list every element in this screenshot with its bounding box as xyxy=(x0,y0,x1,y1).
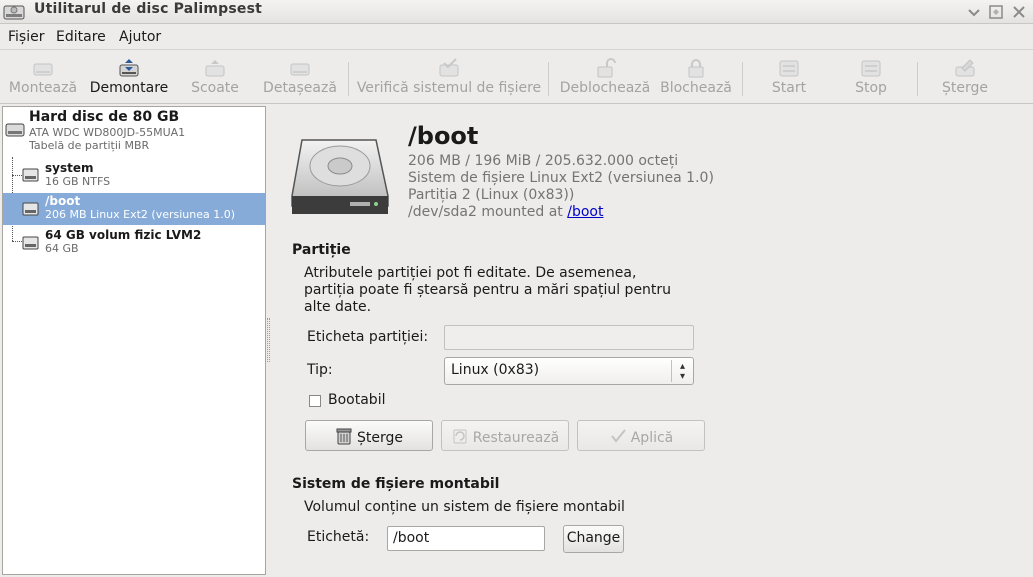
harddisk-icon xyxy=(5,123,25,137)
erase-icon xyxy=(955,59,975,77)
tree-item-boot[interactable]: /boot 206 MB Linux Ext2 (versiunea 1.0) xyxy=(3,193,265,225)
check-filesystem-icon xyxy=(439,58,459,77)
menu-file[interactable]: Fișier xyxy=(8,29,44,45)
volume-name: system xyxy=(45,161,94,175)
title-bar: Utilitarul de disc Palimpsest xyxy=(0,0,1033,24)
filesystem-description: Volumul conține un sistem de fișiere mon… xyxy=(304,499,625,515)
maximize-icon[interactable] xyxy=(988,4,1004,20)
window-title: Utilitarul de disc Palimpsest xyxy=(34,1,263,17)
bootable-caption: Bootabil xyxy=(328,392,386,408)
menu-help[interactable]: Ajutor xyxy=(119,29,161,45)
volume-name: /boot xyxy=(45,194,81,208)
apply-label: Aplică xyxy=(630,430,674,446)
volume-desc: 206 MB Linux Ext2 (versiunea 1.0) xyxy=(45,208,236,221)
volume-desc: 16 GB NTFS xyxy=(45,175,111,188)
partition-description: Atributele partiției pot fi editate. De … xyxy=(304,265,672,315)
checkmark-icon xyxy=(610,429,626,443)
partition-icon xyxy=(22,202,39,216)
delete-partition-button[interactable]: Șterge xyxy=(305,420,433,451)
mount-point-link[interactable]: /boot xyxy=(567,204,603,220)
lock-button[interactable]: Blochează xyxy=(658,50,734,104)
stop-icon xyxy=(861,60,881,77)
harddisk-app-icon xyxy=(3,5,25,20)
eject-icon xyxy=(205,60,225,77)
mount-icon xyxy=(33,63,53,76)
partition-label-input[interactable] xyxy=(444,325,694,350)
updown-arrows-icon: ▴ ▾ xyxy=(671,360,693,382)
revert-icon xyxy=(453,429,467,444)
toolbar-separator xyxy=(742,62,743,96)
volume-details: /boot 206 MB / 196 MiB / 205.632.000 oct… xyxy=(268,106,1033,575)
mount-prefix: /dev/sda2 mounted at xyxy=(408,204,563,220)
filesystem-heading: Sistem de fișiere montabil xyxy=(292,476,500,492)
menu-bar: Fișier Editare Ajutor xyxy=(0,24,1033,50)
filesystem-label-caption: Etichetă: xyxy=(307,529,370,545)
partition-icon xyxy=(22,236,39,250)
tree-item-lvm[interactable]: 64 GB volum fizic LVM2 64 GB xyxy=(3,227,265,261)
revert-button[interactable]: Restaurează xyxy=(441,420,569,451)
lock-icon xyxy=(688,59,704,78)
toolbar-separator xyxy=(548,62,549,96)
mount-button[interactable]: Montează xyxy=(5,50,81,104)
unlock-icon xyxy=(597,58,616,78)
revert-label: Restaurează xyxy=(472,430,560,446)
harddisk-large-icon xyxy=(291,139,389,214)
tree-disk[interactable]: Hard disc de 80 GB ATA WDC WD800JD-55MUA… xyxy=(29,109,259,152)
device-tree: Hard disc de 80 GB ATA WDC WD800JD-55MUA… xyxy=(2,106,266,575)
partition-type-value: Linux (0x83) xyxy=(451,362,540,378)
start-icon xyxy=(779,60,799,77)
trash-icon xyxy=(336,428,352,445)
volume-filesystem: Sistem de fișiere Linux Ext2 (versiunea … xyxy=(408,170,714,186)
erase-button[interactable]: Șterge xyxy=(930,50,1000,104)
disk-partition-table: Tabelă de partiții MBR xyxy=(29,139,150,152)
unmount-button[interactable]: Demontare xyxy=(88,50,170,104)
toolbar: Montează Demontare Scoate Detașează Veri… xyxy=(0,50,1033,104)
volume-name: 64 GB volum fizic LVM2 xyxy=(45,228,202,242)
volume-partition: Partiția 2 (Linux (0x83)) xyxy=(408,187,575,203)
volume-desc: 64 GB xyxy=(45,242,79,255)
minimize-icon[interactable] xyxy=(966,4,982,20)
partition-type-select[interactable]: Linux (0x83) ▴ ▾ xyxy=(444,357,694,385)
unlock-button[interactable]: Deblochează xyxy=(556,50,654,104)
menu-edit[interactable]: Editare xyxy=(56,29,106,45)
close-icon[interactable] xyxy=(1011,4,1027,20)
partition-icon xyxy=(22,168,39,182)
change-label-button[interactable]: Change xyxy=(563,525,624,553)
start-button[interactable]: Start xyxy=(756,50,822,104)
toolbar-separator xyxy=(917,62,918,96)
unmount-icon xyxy=(119,59,139,77)
partition-label-caption: Eticheta partiției: xyxy=(307,329,429,345)
apply-button[interactable]: Aplică xyxy=(577,420,705,451)
eject-button[interactable]: Scoate xyxy=(180,50,250,104)
volume-mount-info: /dev/sda2 mounted at /boot xyxy=(408,204,603,220)
detach-icon xyxy=(290,63,310,76)
filesystem-label-input[interactable]: /boot xyxy=(387,526,545,551)
partition-type-caption: Tip: xyxy=(307,362,333,378)
disk-name: Hard disc de 80 GB xyxy=(29,109,180,125)
check-filesystem-button[interactable]: Verifică sistemul de fișiere xyxy=(356,50,542,104)
toolbar-separator xyxy=(348,62,349,96)
detach-button[interactable]: Detașează xyxy=(258,50,342,104)
partition-heading: Partiție xyxy=(292,242,351,258)
volume-title: /boot xyxy=(408,122,479,150)
bootable-checkbox[interactable] xyxy=(309,395,321,407)
volume-size: 206 MB / 196 MiB / 205.632.000 octeți xyxy=(408,153,679,169)
stop-button[interactable]: Stop xyxy=(840,50,902,104)
delete-label: Șterge xyxy=(357,430,403,446)
disk-model: ATA WDC WD800JD-55MUA1 xyxy=(29,126,186,139)
tree-item-system[interactable]: system 16 GB NTFS xyxy=(3,159,265,193)
